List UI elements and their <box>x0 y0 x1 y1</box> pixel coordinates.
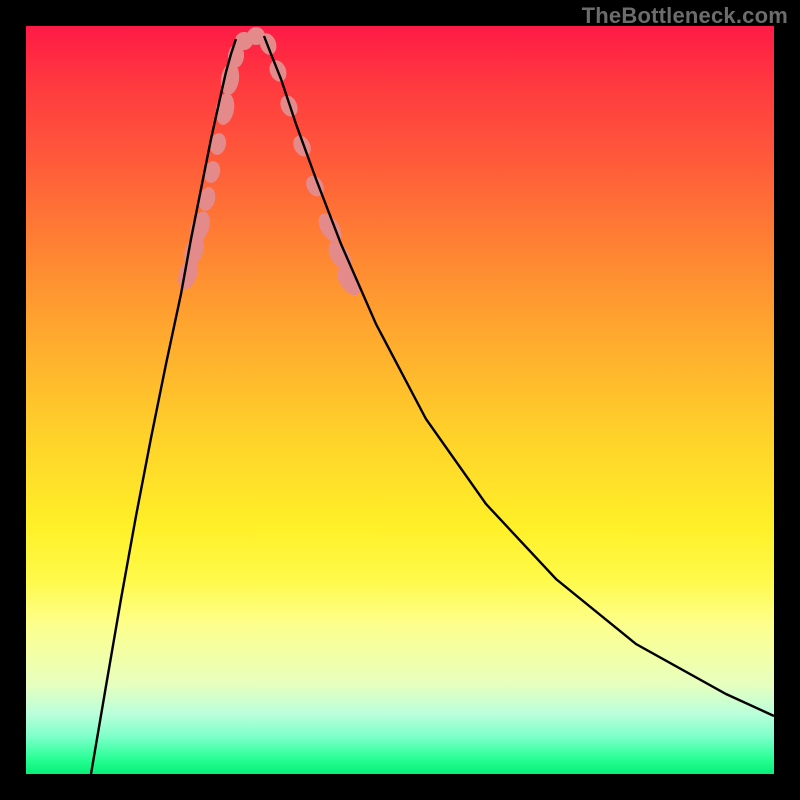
marker-group <box>174 27 365 299</box>
curve-layer <box>26 26 774 774</box>
chart-frame: TheBottleneck.com <box>0 0 800 800</box>
plot-area <box>26 26 774 774</box>
right-curve <box>264 36 774 716</box>
marker-dot <box>290 133 314 160</box>
